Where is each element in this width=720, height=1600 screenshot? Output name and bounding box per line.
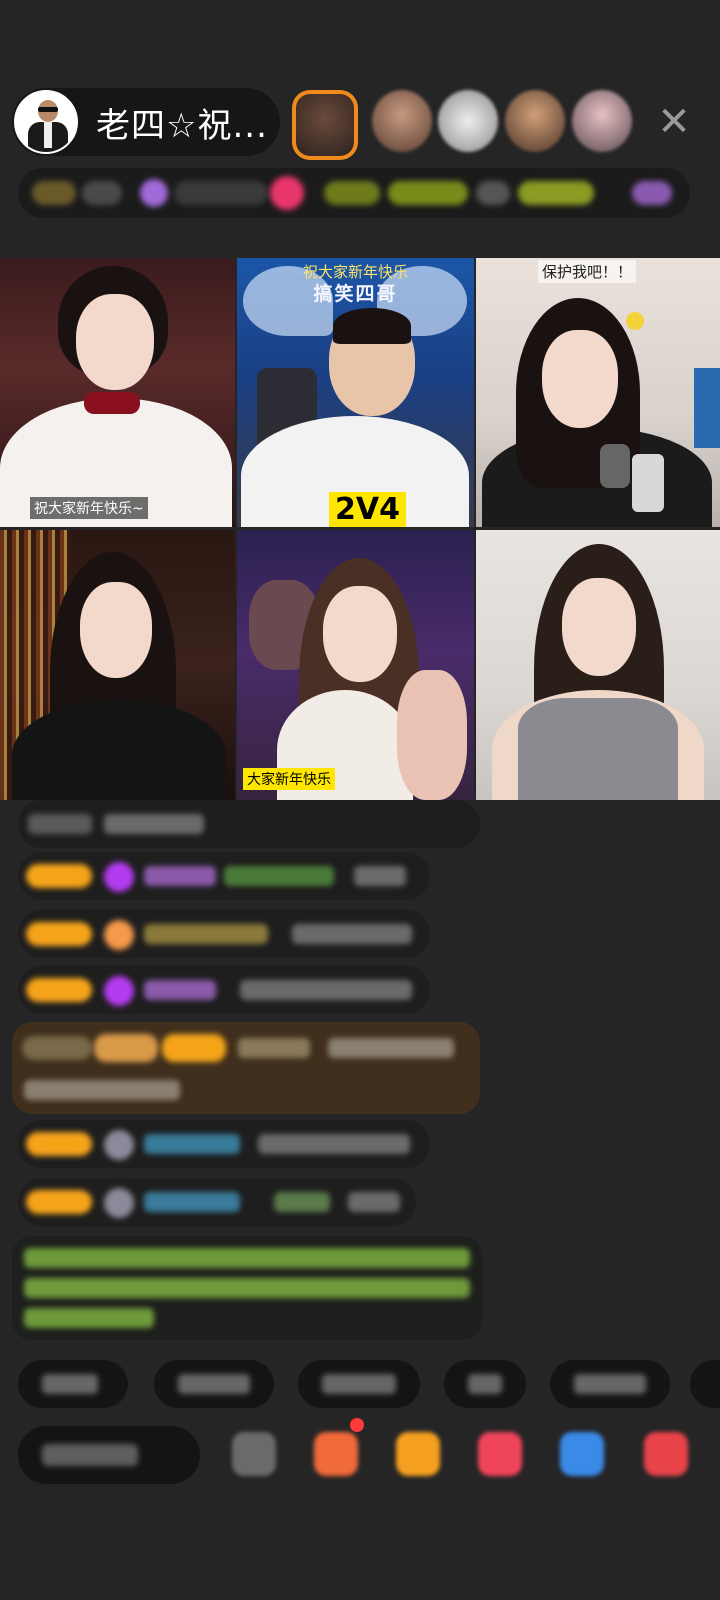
video-tile-1[interactable]: 祝大家新年快乐~ bbox=[0, 258, 235, 527]
comment-input[interactable] bbox=[18, 1426, 200, 1484]
level-badge bbox=[26, 1132, 92, 1156]
share-icon[interactable] bbox=[478, 1432, 522, 1476]
video-tile-6[interactable] bbox=[476, 530, 720, 800]
quick-reply-chip[interactable] bbox=[550, 1360, 670, 1408]
badge bbox=[388, 181, 468, 205]
badge-icon bbox=[104, 1130, 134, 1160]
chat-message[interactable] bbox=[18, 1178, 416, 1226]
multi-guest-video-grid: 祝大家新年快乐~ 祝大家新年快乐 搞笑四哥 2V4 保护我吧！！ 大家新年快乐 bbox=[0, 258, 720, 800]
announcement-message[interactable] bbox=[12, 1236, 482, 1340]
system-message[interactable] bbox=[12, 1022, 480, 1114]
host-info-pill[interactable]: 老四☆祝... bbox=[12, 88, 280, 156]
quick-reply-chip[interactable] bbox=[690, 1360, 720, 1408]
quick-reply-chip[interactable] bbox=[18, 1360, 128, 1408]
fan-club-icon[interactable] bbox=[314, 1432, 358, 1476]
badge bbox=[174, 181, 268, 205]
chat-message[interactable] bbox=[18, 966, 430, 1014]
video-tile-3[interactable]: 保护我吧！！ bbox=[476, 258, 720, 527]
tile-caption: 保护我吧！！ bbox=[538, 260, 637, 283]
host-avatar[interactable] bbox=[14, 90, 78, 154]
quick-reply-chip[interactable] bbox=[154, 1360, 274, 1408]
viewer-avatar-top[interactable] bbox=[292, 90, 358, 160]
video-tile-2[interactable]: 祝大家新年快乐 搞笑四哥 2V4 bbox=[237, 258, 474, 527]
level-badge bbox=[26, 978, 92, 1002]
live-stream-screen: 老四☆祝... ✕ 祝大家新年快乐~ 祝大家新年快乐 搞笑四哥 2V4 保护我吧… bbox=[0, 0, 720, 1600]
battle-score: 2V4 bbox=[329, 492, 406, 527]
chat-message[interactable] bbox=[18, 1120, 430, 1168]
badge bbox=[82, 181, 122, 205]
tile-caption: 祝大家新年快乐~ bbox=[30, 497, 148, 519]
message-icon[interactable] bbox=[560, 1432, 604, 1476]
host-name[interactable]: 老四☆祝... bbox=[96, 98, 268, 147]
gem-icon bbox=[104, 862, 134, 892]
chat-message[interactable] bbox=[18, 910, 430, 958]
badge bbox=[518, 181, 594, 205]
gift-icon[interactable] bbox=[396, 1432, 440, 1476]
badge bbox=[32, 181, 76, 205]
emoji-icon[interactable] bbox=[232, 1432, 276, 1476]
more-icon[interactable] bbox=[644, 1432, 688, 1476]
video-tile-4[interactable] bbox=[0, 530, 235, 800]
badge-icon bbox=[270, 176, 304, 210]
chat-message[interactable] bbox=[18, 852, 430, 900]
badge-icon bbox=[104, 1188, 134, 1218]
level-badge bbox=[26, 1190, 92, 1214]
badge-icon bbox=[104, 920, 134, 950]
chat-message[interactable] bbox=[18, 800, 480, 848]
notification-dot bbox=[350, 1418, 364, 1432]
badge bbox=[476, 181, 510, 205]
tile-caption: 大家新年快乐 bbox=[243, 768, 335, 790]
stream-badges-bar[interactable] bbox=[18, 168, 690, 218]
video-tile-5[interactable]: 大家新年快乐 bbox=[237, 530, 474, 800]
brand-title: 搞笑四哥 bbox=[313, 283, 398, 305]
quick-reply-chip[interactable] bbox=[444, 1360, 526, 1408]
badge bbox=[324, 181, 380, 205]
viewer-avatar[interactable] bbox=[372, 90, 432, 152]
viewer-avatar[interactable] bbox=[438, 90, 498, 152]
badge-icon bbox=[140, 179, 168, 207]
viewer-avatar[interactable] bbox=[572, 90, 632, 152]
level-badge bbox=[26, 922, 92, 946]
viewer-avatar[interactable] bbox=[505, 90, 565, 152]
quick-reply-chip[interactable] bbox=[298, 1360, 420, 1408]
gem-icon bbox=[104, 976, 134, 1006]
level-badge bbox=[26, 864, 92, 888]
close-icon[interactable]: ✕ bbox=[652, 100, 696, 144]
badge bbox=[632, 181, 672, 205]
